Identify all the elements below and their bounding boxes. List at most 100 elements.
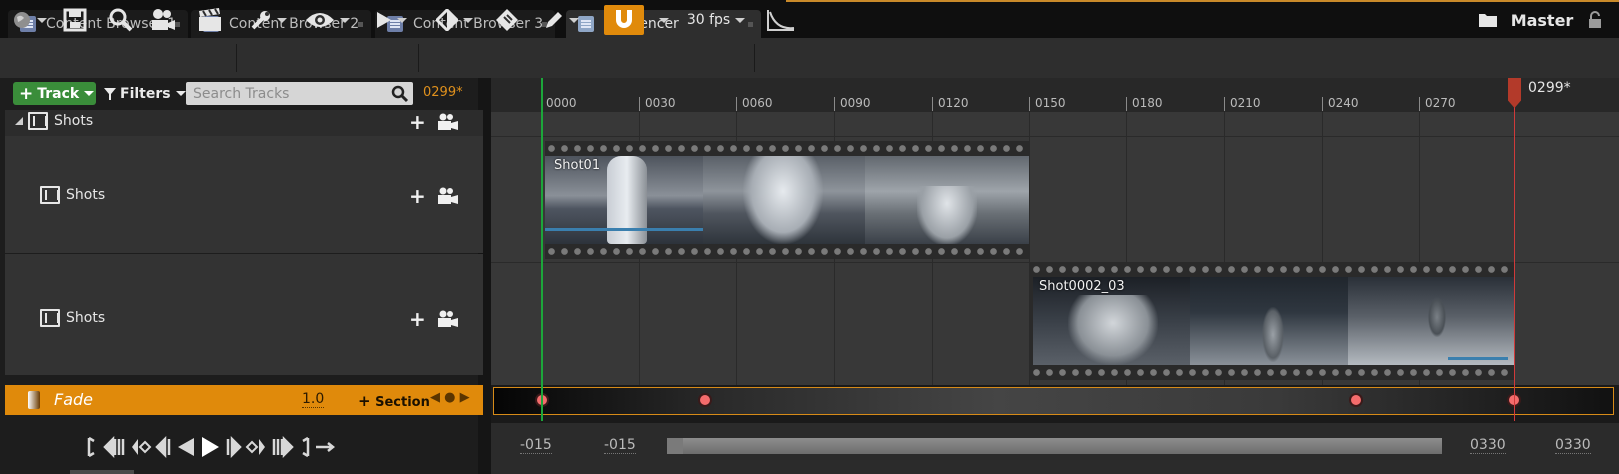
- play-icon: [376, 12, 391, 28]
- shot-thumbnail: [1190, 277, 1348, 365]
- playback-start-marker[interactable]: [541, 78, 543, 421]
- shot-thumbnail: [865, 156, 1029, 244]
- step-forward-frame-icon[interactable]: [224, 436, 242, 458]
- camera-icon[interactable]: [437, 187, 459, 205]
- view-end-field[interactable]: 0330: [1555, 437, 1591, 454]
- search-icon: [109, 8, 133, 32]
- keyframe[interactable]: [698, 393, 712, 407]
- toolbar-separator: [236, 44, 237, 72]
- key-options-button[interactable]: [432, 5, 476, 35]
- fps-dropdown[interactable]: 30 fps: [684, 5, 748, 35]
- add-shot-button[interactable]: +: [409, 112, 426, 132]
- playback-end-marker[interactable]: [1514, 78, 1515, 421]
- previous-key-icon[interactable]: ◀: [430, 390, 440, 405]
- playback-start-field[interactable]: -015: [604, 437, 636, 454]
- view-options-button[interactable]: [303, 5, 351, 35]
- camera-icon: [152, 9, 175, 30]
- magnet-icon: [616, 10, 632, 28]
- section-label: Section: [375, 395, 430, 410]
- loop-icon[interactable]: [314, 436, 336, 458]
- filters-label: Filters: [120, 85, 171, 102]
- add-section-button[interactable]: + Section: [358, 392, 430, 410]
- keyframe[interactable]: [1349, 393, 1363, 407]
- step-back-icon[interactable]: [103, 436, 127, 458]
- fade-value-field[interactable]: 1.0: [302, 391, 325, 408]
- plus-icon: +: [358, 392, 371, 410]
- jump-to-start-icon[interactable]: [86, 436, 100, 458]
- fade-section[interactable]: [493, 387, 1614, 415]
- snap-options-button[interactable]: [652, 5, 676, 35]
- chevron-down-icon: [339, 17, 350, 23]
- view-start-field[interactable]: -015: [520, 437, 552, 454]
- timeline-scrollbar-thumb[interactable]: [683, 438, 1442, 454]
- panel-scrollbar[interactable]: [70, 470, 134, 474]
- ruler-tick-label: 0150: [1035, 96, 1066, 110]
- play-reverse-icon[interactable]: [176, 436, 196, 458]
- window-accent-line: [786, 0, 1619, 2]
- search-tracks-input[interactable]: [186, 82, 413, 105]
- lock-icon: [1589, 11, 1601, 28]
- shot-section-shot0002-03[interactable]: Shot0002_03: [1030, 262, 1515, 380]
- snap-toggle[interactable]: [604, 5, 644, 35]
- play-icon[interactable]: [199, 435, 221, 459]
- next-key-icon[interactable]: ▶: [460, 390, 470, 405]
- next-key-icon[interactable]: [245, 436, 267, 458]
- add-key-icon[interactable]: ●: [444, 390, 455, 405]
- browse-button[interactable]: [106, 5, 136, 35]
- filters-button[interactable]: Filters: [104, 82, 186, 105]
- save-button[interactable]: [60, 5, 90, 35]
- previous-key-icon[interactable]: [130, 436, 152, 458]
- lock-button[interactable]: [1584, 5, 1606, 35]
- jump-to-end-icon[interactable]: [297, 436, 311, 458]
- transport-controls: [86, 432, 336, 462]
- ruler-tick: [834, 97, 835, 111]
- ruler-tick-label: 0060: [742, 96, 773, 110]
- open-sequence-button[interactable]: [1476, 5, 1500, 35]
- ruler-tick: [639, 97, 640, 111]
- shot-section-shot01[interactable]: Shot01: [545, 141, 1029, 259]
- wrench-icon: [251, 11, 270, 30]
- clapper-button[interactable]: [195, 5, 225, 35]
- render-movie-button[interactable]: [148, 5, 178, 35]
- current-frame-readout[interactable]: 0299*: [423, 85, 463, 100]
- world-button[interactable]: [10, 5, 48, 35]
- key-navigation: ◀ ● ▶: [430, 390, 470, 405]
- chevron-down-icon: [396, 17, 407, 23]
- key-tag-button[interactable]: [493, 5, 521, 35]
- master-label: Master: [1510, 10, 1574, 30]
- chevron-down-icon: [568, 17, 579, 23]
- shot-thumbnail: [703, 156, 865, 244]
- close-tab-icon[interactable]: [358, 22, 363, 27]
- add-track-button[interactable]: + Track: [13, 82, 96, 105]
- chevron-down-icon: [276, 17, 287, 23]
- track-label: Shots: [66, 310, 106, 326]
- chevron-down-icon: [175, 91, 186, 96]
- expand-triangle-icon[interactable]: [15, 117, 24, 126]
- ruler-tick-label: 0240: [1328, 96, 1359, 110]
- eye-icon: [305, 13, 334, 27]
- close-tab-icon[interactable]: [748, 22, 753, 27]
- step-back-frame-icon[interactable]: [155, 436, 173, 458]
- ruler-tick: [1126, 97, 1127, 111]
- save-icon: [63, 8, 87, 32]
- shot-name: Shot01: [554, 158, 601, 173]
- plus-icon: +: [19, 83, 34, 104]
- camera-icon[interactable]: [437, 310, 459, 328]
- shot-name: Shot0002_03: [1039, 279, 1125, 294]
- fade-icon: [28, 391, 40, 409]
- search-icon[interactable]: [391, 85, 409, 103]
- toolbar: [0, 38, 1619, 78]
- camera-icon[interactable]: [437, 113, 459, 131]
- tools-button[interactable]: [248, 5, 288, 35]
- ruler-tick-label: 0030: [645, 96, 676, 110]
- add-shot-button[interactable]: +: [409, 309, 426, 329]
- curve-editor-icon: [767, 10, 795, 31]
- step-forward-icon[interactable]: [270, 436, 294, 458]
- edit-mode-button[interactable]: [541, 5, 581, 35]
- chevron-down-icon: [735, 17, 746, 23]
- curve-editor-button[interactable]: [764, 5, 798, 35]
- add-shot-button[interactable]: +: [409, 186, 426, 206]
- playback-end-field[interactable]: 0330: [1470, 437, 1506, 454]
- master-breadcrumb[interactable]: Master: [1510, 5, 1574, 35]
- playback-options-button[interactable]: [372, 5, 410, 35]
